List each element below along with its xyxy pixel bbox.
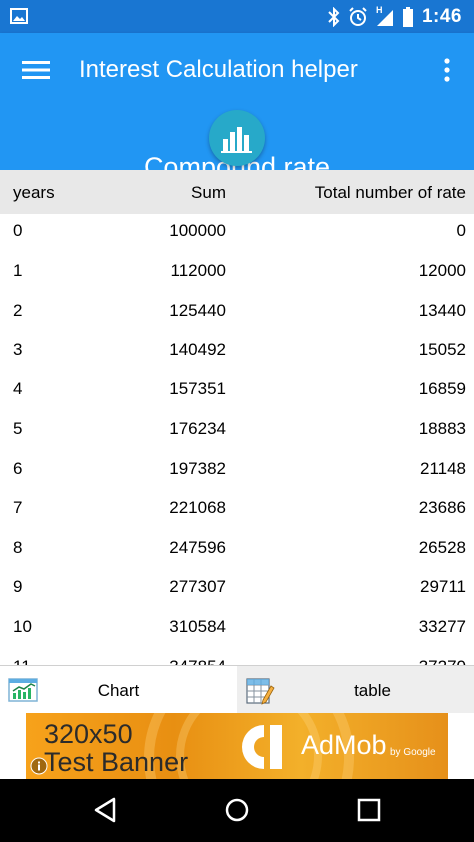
- cell-rate: 26528: [418, 538, 466, 557]
- system-nav-bar: [0, 779, 474, 842]
- table-body[interactable]: 0 100000 0 1 112000 12000 2 125440 13440…: [0, 210, 474, 665]
- table-row: 4 157351 16859: [0, 368, 474, 408]
- cell-year: 5: [13, 419, 23, 438]
- cell-year: 3: [13, 340, 23, 359]
- cell-sum: 247596: [169, 538, 226, 557]
- battery-icon: [402, 7, 413, 27]
- cell-rate: 21148: [419, 459, 466, 478]
- cell-sum: 310584: [169, 617, 226, 636]
- chart-fab-button[interactable]: [209, 110, 265, 166]
- bar-chart-icon: [221, 127, 252, 153]
- table-row: 1 112000 12000: [0, 250, 474, 290]
- cell-year: 4: [13, 379, 23, 398]
- cell-year: 11: [13, 657, 31, 665]
- header-years: years: [13, 183, 55, 202]
- home-icon[interactable]: [224, 797, 250, 823]
- section-header: Compound rate: [0, 107, 474, 170]
- image-notification-icon: [10, 8, 28, 24]
- more-options-icon[interactable]: [442, 55, 452, 85]
- cell-signal-icon: H: [376, 5, 394, 27]
- banner-test-text: Test Banner: [44, 747, 189, 777]
- cell-rate: 0: [456, 221, 466, 240]
- alarm-icon: [349, 7, 367, 26]
- cell-sum: 176234: [169, 419, 226, 438]
- cell-year: 10: [13, 617, 32, 636]
- cell-sum: 157351: [169, 379, 226, 398]
- cell-rate: 33277: [418, 617, 466, 636]
- cell-sum: 347854: [169, 657, 226, 665]
- admob-test-banner[interactable]: 320x50 Test Banner AdMob by Google: [26, 713, 448, 779]
- cell-sum: 125440: [169, 301, 226, 320]
- cell-year: 2: [13, 301, 23, 320]
- ad-area: 320x50 Test Banner AdMob by Google: [0, 713, 474, 779]
- cell-rate: 23686: [418, 498, 466, 517]
- cell-year: 6: [13, 459, 23, 478]
- cell-rate: 16859: [418, 379, 466, 398]
- header-sum: Sum: [191, 183, 226, 202]
- cell-year: 0: [13, 221, 23, 240]
- cell-rate: 29711: [419, 577, 466, 596]
- status-bar: H 1:46: [0, 0, 474, 33]
- back-icon[interactable]: [93, 797, 119, 823]
- clock: 1:46: [421, 6, 462, 27]
- bottom-tabs: Chart table: [0, 665, 474, 714]
- hamburger-menu-icon[interactable]: [22, 59, 50, 81]
- cell-year: 1: [13, 261, 23, 280]
- cell-year: 8: [13, 538, 23, 557]
- cell-year: 9: [13, 577, 23, 596]
- banner-size-text: 320x50: [44, 719, 133, 749]
- table-header: years Sum Total number of rate: [0, 170, 474, 214]
- table-row: 7 221068 23686: [0, 487, 474, 527]
- cell-rate: 18883: [418, 419, 466, 438]
- cell-sum: 100000: [169, 221, 226, 240]
- table-row: 5 176234 18883: [0, 408, 474, 448]
- admob-by-google: by Google: [390, 747, 436, 758]
- tab-table[interactable]: table: [237, 666, 474, 714]
- bluetooth-icon: [328, 7, 340, 27]
- table-row: 8 247596 26528: [0, 527, 474, 567]
- table-row: 3 140492 15052: [0, 329, 474, 369]
- app-bar: Interest Calculation helper: [0, 33, 474, 107]
- cell-sum: 197382: [169, 459, 226, 478]
- cell-year: 7: [13, 498, 23, 517]
- cell-sum: 277307: [169, 577, 226, 596]
- cell-rate: 13440: [418, 301, 466, 320]
- recents-icon[interactable]: [356, 797, 382, 823]
- table-row: 10 310584 33277: [0, 606, 474, 646]
- cell-sum: 112000: [170, 261, 226, 280]
- cell-rate: 12000: [418, 261, 466, 280]
- admob-brand: AdMob: [301, 730, 387, 760]
- table-row: 11 347854 37270: [0, 646, 474, 665]
- app-title: Interest Calculation helper: [79, 56, 358, 83]
- admob-logo-icon: [242, 725, 282, 769]
- status-icons: H 1:46: [328, 5, 462, 29]
- table-row: 0 100000 0: [0, 210, 474, 250]
- table-row: 2 125440 13440: [0, 290, 474, 330]
- cell-sum: 140492: [169, 340, 226, 359]
- table-row: 6 197382 21148: [0, 448, 474, 488]
- header-total-rate: Total number of rate: [314, 183, 466, 202]
- table-row: 9 277307 29711: [0, 566, 474, 606]
- cell-sum: 221068: [169, 498, 226, 517]
- cell-rate: 37270: [419, 657, 466, 665]
- cell-rate: 15052: [418, 340, 466, 359]
- tab-chart[interactable]: Chart: [0, 666, 237, 714]
- tab-chart-label: Chart: [97, 681, 140, 700]
- tab-table-label: table: [354, 681, 391, 700]
- ad-info-icon[interactable]: [30, 757, 48, 775]
